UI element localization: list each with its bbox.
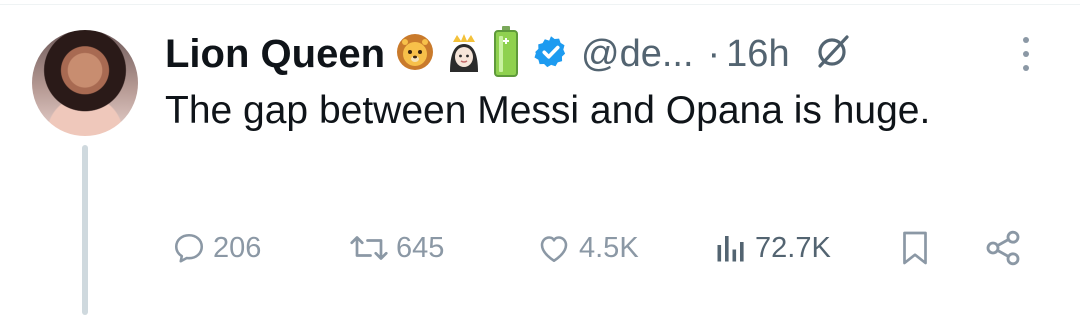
like-button[interactable]: 4.5K (535, 225, 639, 271)
share-button[interactable] (983, 225, 1023, 271)
repost-icon (350, 236, 388, 260)
heart-icon (540, 236, 568, 263)
user-handle[interactable]: @de... (581, 33, 694, 76)
battery-emoji (493, 25, 519, 83)
princess-emoji (445, 32, 483, 77)
reply-icon (174, 233, 204, 263)
verified-badge-icon[interactable] (533, 34, 569, 75)
views-button[interactable]: 72.7K (713, 225, 831, 271)
repost-count: 645 (396, 231, 445, 264)
tweet-text: The gap between Messi and Opana is huge. (165, 89, 931, 132)
lion-face-emoji (395, 32, 435, 77)
analytics-icon (717, 236, 744, 262)
share-icon (986, 230, 1020, 266)
bookmark-icon (903, 231, 927, 265)
views-count: 72.7K (755, 231, 831, 264)
grok-icon[interactable] (810, 30, 854, 79)
reply-count: 206 (213, 231, 262, 264)
separator-dot: · (707, 32, 721, 75)
more-options-icon[interactable] (1018, 34, 1034, 79)
repost-button[interactable]: 645 (348, 225, 444, 271)
reply-button[interactable]: 206 (171, 225, 261, 271)
like-count: 4.5K (579, 231, 639, 264)
tweet-actions: 206 645 4.5K 72.7K (165, 225, 1035, 271)
tweet-header: Lion Queen @de... · 16h (165, 24, 854, 84)
bookmark-button[interactable] (897, 225, 933, 271)
display-name[interactable]: Lion Queen (165, 32, 385, 77)
timestamp[interactable]: 16h (726, 33, 789, 76)
thread-line (82, 145, 88, 315)
top-divider (0, 4, 1080, 5)
avatar[interactable] (32, 30, 138, 136)
